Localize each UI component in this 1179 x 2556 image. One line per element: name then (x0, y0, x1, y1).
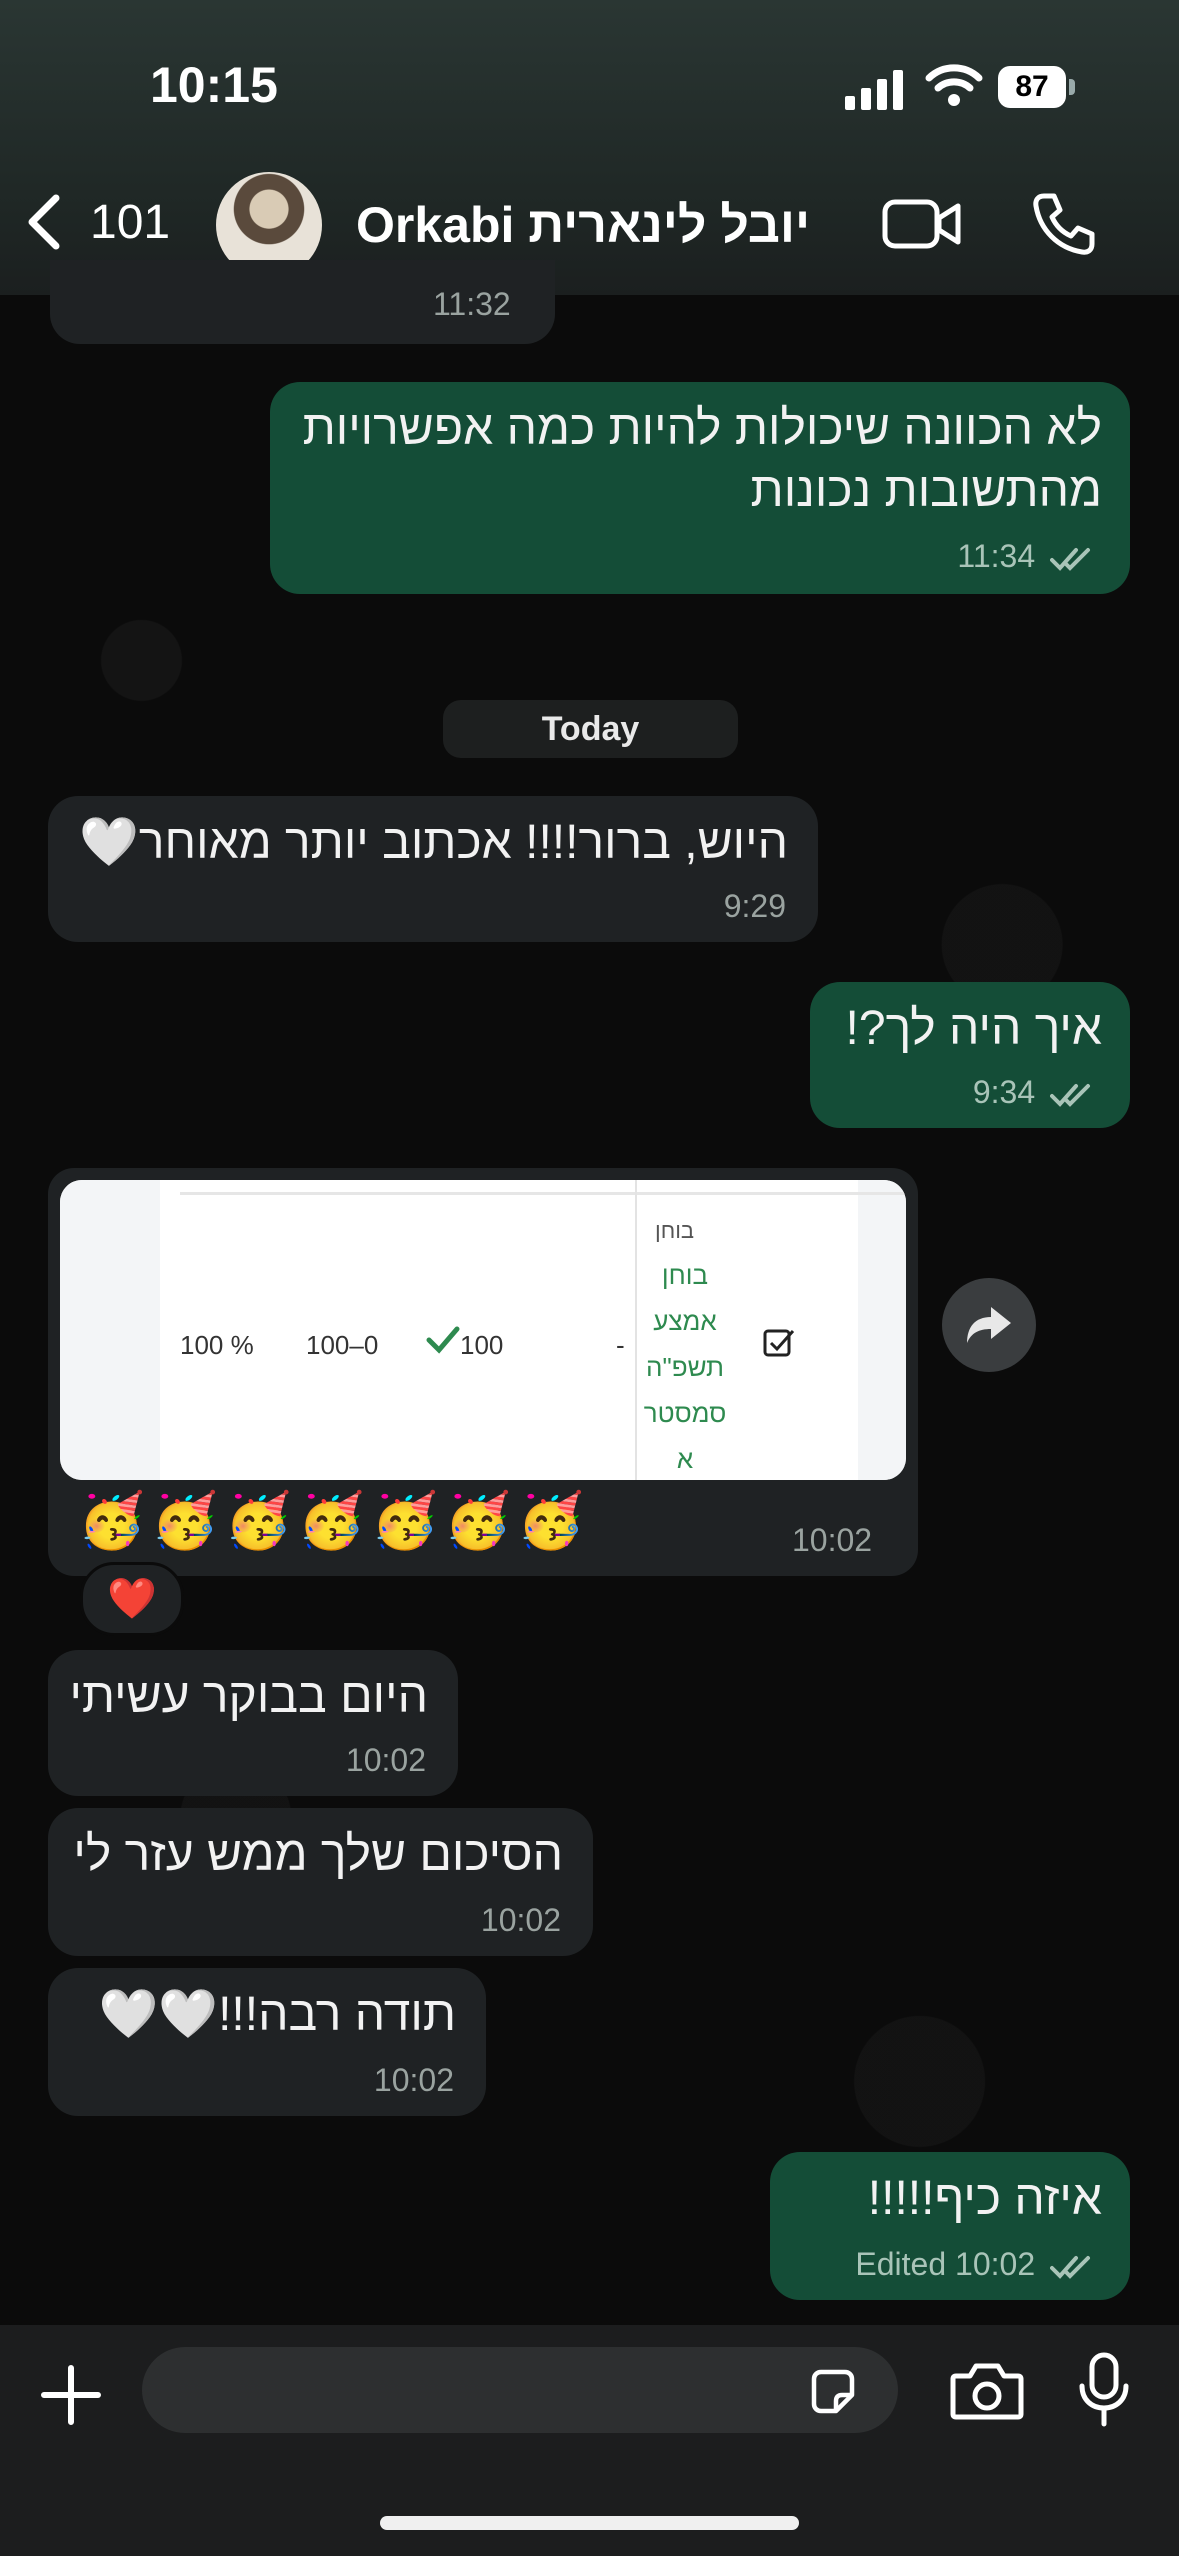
image-left-margin (60, 1180, 160, 1480)
message-meta: Edited 10:02 (855, 2246, 1094, 2283)
message-time: 10:02 (345, 1742, 426, 1778)
message-time: 10:02 (792, 1522, 873, 1558)
microphone-icon[interactable] (1076, 2352, 1132, 2428)
read-ticks-icon (1050, 1083, 1090, 1107)
reaction-badge[interactable]: ❤️ (80, 1562, 184, 1636)
status-time: 10:15 (150, 57, 278, 113)
table-cell: 100–0 (306, 1330, 379, 1360)
message-time: 11:34 (957, 538, 1036, 574)
image-right-margin (858, 1180, 906, 1480)
phone-call-icon[interactable] (1030, 190, 1098, 258)
message-text: איזה כיף!!!!! (867, 2172, 1102, 2225)
message-outgoing[interactable]: לא הכוונה שיכולות להיות כמה אפשרויות מהת… (270, 382, 1130, 594)
message-text: היוש, ברור!!!! אכתוב יותר מאוחר🤍 (79, 816, 788, 869)
chat-header: 10:15 87 101 Orkabi יובל לינארית (0, 0, 1179, 295)
message-text: תודה רבה!!!🤍🤍 (98, 1988, 456, 2041)
message-outgoing[interactable]: איזה כיף!!!!! Edited 10:02 (770, 2152, 1130, 2300)
home-indicator (380, 2516, 799, 2530)
message-time: 11:32 (433, 286, 511, 322)
message-time: 9:29 (723, 888, 786, 924)
message-time: 9:34 (972, 1074, 1036, 1110)
table-top-border (180, 1192, 906, 1195)
message-text: הסיכום שלך ממש עזר לי (73, 1828, 563, 1881)
video-call-icon[interactable] (882, 196, 962, 252)
exam-line: סמסטר (643, 1398, 727, 1428)
message-meta: 11:34 (957, 538, 1094, 575)
chat-title[interactable]: Orkabi יובל לינארית (356, 196, 810, 254)
message-time: 10:02 (373, 2062, 454, 2098)
battery-level: 87 (998, 66, 1066, 108)
exam-line: אמצע (653, 1306, 717, 1336)
message-incoming[interactable]: תודה רבה!!!🤍🤍 10:02 (48, 1968, 486, 2116)
message-incoming[interactable]: היוש, ברור!!!! אכתוב יותר מאוחר🤍 9:29 (48, 796, 818, 942)
message-outgoing[interactable]: איך היה לך?! 9:34 (810, 982, 1130, 1128)
signal-icon (845, 70, 903, 110)
exam-line: בוחן (661, 1260, 709, 1290)
message-incoming[interactable]: 11:32 (50, 260, 555, 344)
emoji-message: 🥳🥳🥳🥳🥳🥳🥳 (78, 1491, 591, 1551)
table-column-divider (635, 1180, 637, 1480)
read-ticks-icon (1050, 2255, 1090, 2279)
message-time: Edited 10:02 (855, 2246, 1036, 2282)
exam-line: א (676, 1444, 694, 1474)
message-text-line: לא הכוונה שיכולות להיות כמה אפשרויות (302, 402, 1102, 455)
forward-button[interactable] (942, 1278, 1036, 1372)
message-meta: 9:34 (973, 1074, 1094, 1111)
message-incoming[interactable]: הסיכום שלך ממש עזר לי 10:02 (48, 1808, 593, 1956)
sticker-icon[interactable] (806, 2365, 860, 2419)
battery-tip (1069, 79, 1075, 95)
plus-icon[interactable] (38, 2362, 104, 2428)
exam-line: תשפ"ה (646, 1352, 724, 1382)
message-time: 10:02 (480, 1902, 561, 1938)
forward-icon (967, 1307, 1011, 1343)
message-text: היום בבוקר עשיתי (69, 1670, 428, 1723)
table-cell: 100 (460, 1330, 504, 1360)
message-text-line: מהתשובות נכונות (750, 464, 1102, 517)
back-chevron-icon (28, 194, 60, 250)
date-separator: Today (443, 700, 738, 758)
unread-count: 101 (90, 195, 171, 249)
checkbox-icon (763, 1329, 795, 1357)
check-icon (426, 1326, 460, 1354)
camera-icon[interactable] (950, 2360, 1024, 2420)
table-cell: - (616, 1330, 625, 1360)
message-incoming[interactable]: היום בבוקר עשיתי 10:02 (48, 1650, 458, 1796)
screenshot-image[interactable]: בוחן בוחן אמצע תשפ"ה סמסטר א - 100 100–0… (60, 1180, 906, 1480)
read-ticks-icon (1050, 547, 1090, 571)
message-input[interactable] (142, 2347, 898, 2433)
wifi-icon (925, 64, 983, 106)
battery-icon: 87 (998, 66, 1076, 108)
message-text: איך היה לך?! (845, 1002, 1102, 1055)
back-button[interactable]: 101 (24, 192, 184, 252)
table-cell: 100 % (180, 1330, 254, 1360)
exam-name: בוחן אמצע תשפ"ה סמסטר א (640, 1252, 730, 1480)
exam-column-header: בוחן (655, 1218, 695, 1243)
